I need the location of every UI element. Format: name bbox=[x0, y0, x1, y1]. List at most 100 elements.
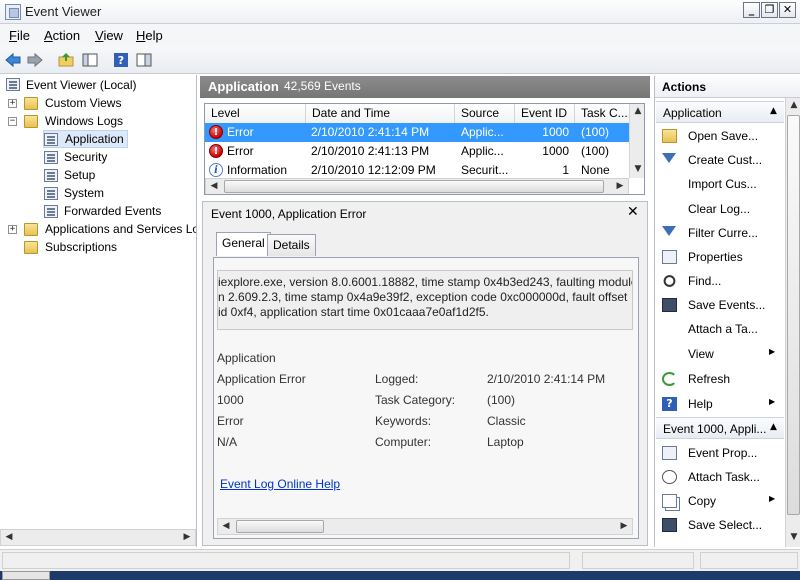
expand-plus-icon[interactable]: + bbox=[8, 99, 17, 108]
event-row[interactable]: ! Error 2/10/2010 2:41:14 PM Applic... 1… bbox=[205, 123, 630, 142]
action-find[interactable]: Find... bbox=[655, 270, 783, 292]
properties-icon bbox=[662, 446, 677, 460]
field-source: Application Error bbox=[217, 372, 306, 386]
actions-title: Actions bbox=[662, 80, 707, 94]
actions-group-application[interactable]: Application ▲ bbox=[656, 101, 784, 123]
error-icon: ! bbox=[209, 125, 223, 139]
maximize-button[interactable]: ❐ bbox=[761, 2, 778, 18]
detail-title: Event 1000, Application Error bbox=[211, 207, 367, 221]
scroll-thumb[interactable] bbox=[236, 520, 324, 533]
action-label: Find... bbox=[688, 274, 722, 288]
disk-icon bbox=[662, 518, 677, 532]
action-clear-log[interactable]: Clear Log... bbox=[655, 198, 783, 220]
filter-icon bbox=[662, 153, 676, 163]
copy-icon bbox=[662, 494, 677, 508]
tab-general[interactable]: General bbox=[216, 232, 271, 256]
back-arrow-icon[interactable] bbox=[4, 51, 22, 69]
tree-item-apps-services[interactable]: + Applications and Services Lo bbox=[8, 220, 196, 238]
menu-file[interactable]: File bbox=[9, 28, 30, 43]
tree-horizontal-scrollbar[interactable]: ◀ ▶ bbox=[0, 529, 196, 546]
scroll-left-icon[interactable]: ◀ bbox=[218, 519, 234, 534]
folder-open-icon bbox=[24, 115, 38, 128]
events-vertical-scrollbar[interactable]: ▲ ▼ bbox=[629, 104, 644, 178]
action-save-selected-events[interactable]: Save Select... bbox=[655, 514, 783, 536]
tree-item-label: Forwarded Events bbox=[64, 204, 162, 218]
tree-item-application[interactable]: Application bbox=[43, 130, 128, 148]
menu-action-accel: A bbox=[44, 28, 53, 43]
expand-plus-icon[interactable]: + bbox=[8, 225, 17, 234]
action-help[interactable]: ? Help ▶ bbox=[655, 393, 783, 415]
detail-horizontal-scrollbar[interactable]: ◀ ▶ bbox=[217, 518, 633, 535]
action-label: Properties bbox=[688, 250, 743, 264]
scroll-up-icon[interactable]: ▲ bbox=[630, 104, 644, 119]
close-icon[interactable]: ✕ bbox=[627, 204, 639, 220]
scroll-right-icon[interactable]: ▶ bbox=[612, 179, 628, 194]
event-id: 1000 bbox=[542, 125, 569, 139]
scroll-right-icon[interactable]: ▶ bbox=[179, 530, 195, 545]
scroll-left-icon[interactable]: ◀ bbox=[1, 530, 17, 545]
event-task: (100) bbox=[581, 125, 610, 139]
actions-pane: Actions Application ▲ Open Save... Creat… bbox=[654, 76, 800, 547]
collapse-up-icon[interactable]: ▲ bbox=[770, 422, 777, 432]
action-open-saved-log[interactable]: Open Save... bbox=[655, 125, 783, 147]
collapse-minus-icon[interactable]: − bbox=[8, 117, 17, 126]
taskbar bbox=[0, 571, 800, 580]
events-list: Level Date and Time Source Event ID Task… bbox=[204, 103, 645, 195]
events-horizontal-scrollbar[interactable]: ◀ ▶ bbox=[205, 178, 629, 194]
menu-bar: File Action View Help bbox=[0, 24, 800, 46]
action-create-custom-view[interactable]: Create Cust... bbox=[655, 149, 783, 171]
scroll-thumb[interactable] bbox=[787, 115, 800, 515]
menu-help[interactable]: Help bbox=[136, 28, 163, 43]
minimize-button[interactable]: _ bbox=[743, 2, 760, 18]
close-button[interactable]: ✕ bbox=[779, 2, 796, 18]
scroll-down-icon[interactable]: ▼ bbox=[630, 162, 644, 177]
keywords-label: Keywords: bbox=[375, 414, 432, 428]
collapse-up-icon[interactable]: ▲ bbox=[770, 106, 777, 116]
column-header-date-time[interactable]: Date and Time bbox=[306, 104, 455, 123]
error-icon: ! bbox=[209, 144, 223, 158]
menu-action[interactable]: Action bbox=[44, 28, 80, 43]
tree-root-label: Event Viewer (Local) bbox=[26, 78, 137, 92]
scroll-left-icon[interactable]: ◀ bbox=[206, 179, 222, 194]
action-refresh[interactable]: Refresh bbox=[655, 368, 783, 390]
action-copy[interactable]: Copy ▶ bbox=[655, 490, 783, 512]
action-event-properties[interactable]: Event Prop... bbox=[655, 442, 783, 464]
forward-arrow-icon[interactable] bbox=[26, 51, 44, 69]
task-category-label: Task Category: bbox=[375, 393, 456, 407]
menu-file-accel: F bbox=[9, 28, 17, 43]
action-attach-task-to-log[interactable]: Attach a Ta... bbox=[655, 318, 783, 340]
menu-file-label: ile bbox=[16, 28, 30, 43]
description-line: id 0xf4, application start time 0x01caaa… bbox=[218, 305, 489, 319]
scroll-thumb[interactable] bbox=[224, 180, 604, 193]
field-user: N/A bbox=[217, 435, 238, 449]
actions-group-event[interactable]: Event 1000, Appli... ▲ bbox=[656, 417, 784, 439]
column-header-source[interactable]: Source bbox=[455, 104, 515, 123]
submenu-arrow-icon: ▶ bbox=[769, 347, 776, 356]
scroll-up-icon[interactable]: ▲ bbox=[786, 98, 800, 113]
action-view[interactable]: View ▶ bbox=[655, 343, 783, 365]
action-properties[interactable]: Properties bbox=[655, 246, 783, 268]
action-filter-current-log[interactable]: Filter Curre... bbox=[655, 222, 783, 244]
column-header-event-id[interactable]: Event ID bbox=[515, 104, 575, 123]
action-label: Create Cust... bbox=[688, 153, 763, 167]
scroll-down-icon[interactable]: ▼ bbox=[786, 530, 800, 545]
action-label: Save Events... bbox=[688, 298, 766, 312]
up-folder-icon[interactable] bbox=[57, 51, 75, 69]
column-header-task-category[interactable]: Task C... bbox=[575, 104, 630, 123]
help-icon[interactable]: ? bbox=[112, 51, 130, 69]
action-attach-task-to-event[interactable]: Attach Task... bbox=[655, 466, 783, 488]
event-row[interactable]: ! Error 2/10/2010 2:41:13 PM Applic... 1… bbox=[205, 142, 630, 161]
menu-help-label: elp bbox=[145, 28, 163, 43]
show-action-pane-icon[interactable] bbox=[135, 51, 153, 69]
tab-details[interactable]: Details bbox=[267, 234, 316, 256]
event-log-online-help-link[interactable]: Event Log Online Help bbox=[220, 477, 340, 491]
actions-vertical-scrollbar[interactable]: ▲ ▼ bbox=[785, 98, 800, 547]
submenu-arrow-icon: ▶ bbox=[769, 397, 776, 406]
show-hide-tree-icon[interactable] bbox=[81, 51, 99, 69]
column-header-level[interactable]: Level bbox=[205, 104, 306, 123]
action-save-events[interactable]: Save Events... bbox=[655, 294, 783, 316]
action-import-custom-view[interactable]: Import Cus... bbox=[655, 173, 783, 195]
scroll-right-icon[interactable]: ▶ bbox=[616, 519, 632, 534]
menu-view[interactable]: View bbox=[95, 28, 123, 43]
start-button[interactable] bbox=[2, 571, 50, 580]
